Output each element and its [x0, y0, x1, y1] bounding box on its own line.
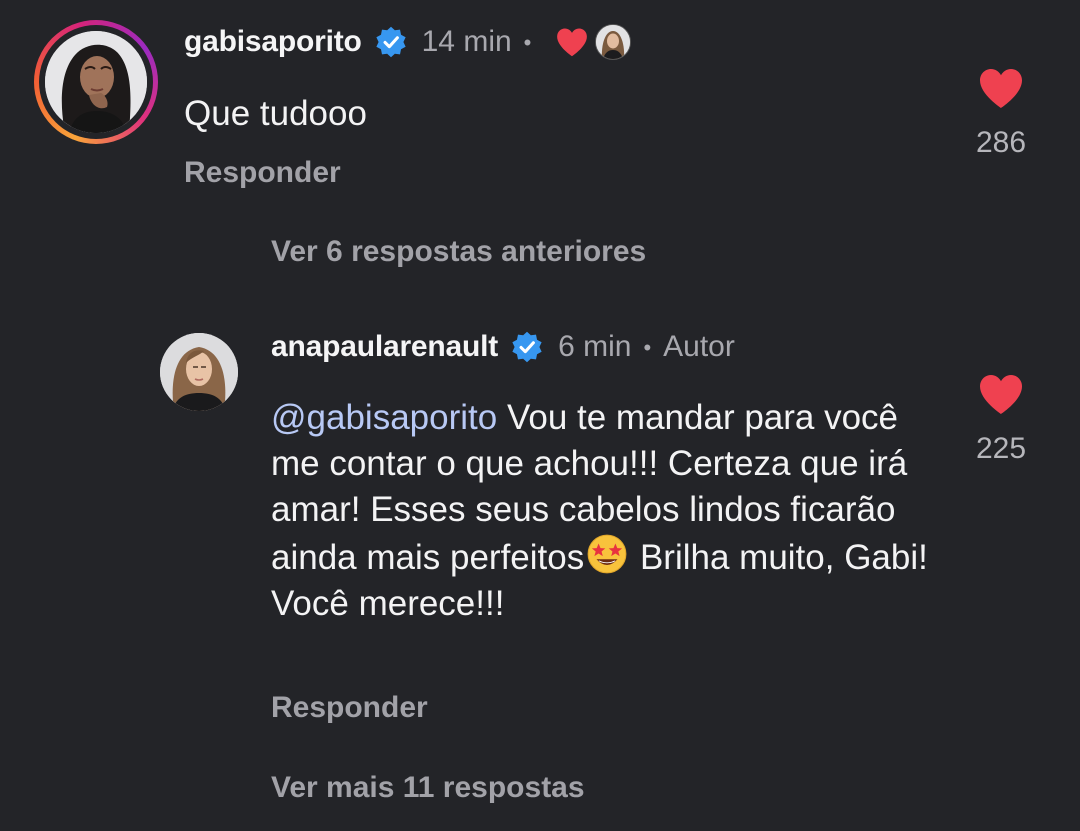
story-avatar-gabisaporito[interactable]	[34, 20, 158, 144]
view-previous-replies-button[interactable]: Ver 6 respostas anteriores	[271, 235, 646, 269]
username[interactable]: gabisaporito	[184, 25, 362, 59]
avatar-photo	[45, 31, 147, 133]
reply-text: @gabisaporito Vou te mandar para você me…	[271, 395, 931, 627]
comment-text: Que tudooo	[184, 94, 367, 133]
avatar-anapaularenault[interactable]	[160, 333, 238, 411]
like-count: 225	[975, 432, 1027, 465]
username[interactable]: anapaularenault	[271, 330, 498, 364]
like-group: 225	[956, 372, 1046, 466]
view-more-replies-button[interactable]: Ver mais 11 respostas	[271, 771, 585, 805]
separator-dot: •	[523, 30, 532, 55]
heart-icon	[557, 28, 588, 57]
like-count: 286	[975, 126, 1027, 159]
like-group: 286	[956, 66, 1046, 160]
star-struck-emoji-icon	[587, 534, 627, 574]
reply-button[interactable]: Responder	[184, 156, 341, 190]
verified-badge-icon	[512, 331, 542, 363]
author-avatar-mini	[595, 24, 632, 60]
author-badge: Autor	[663, 330, 735, 363]
reply-button[interactable]: Responder	[271, 691, 428, 725]
separator-dot: •	[643, 335, 652, 360]
like-heart-icon[interactable]	[977, 372, 1025, 416]
like-heart-icon[interactable]	[977, 66, 1025, 110]
verified-badge-icon	[376, 26, 406, 58]
timestamp: 6 min	[558, 330, 632, 363]
timestamp: 14 min	[421, 25, 512, 58]
mention-link[interactable]: @gabisaporito	[271, 398, 497, 437]
